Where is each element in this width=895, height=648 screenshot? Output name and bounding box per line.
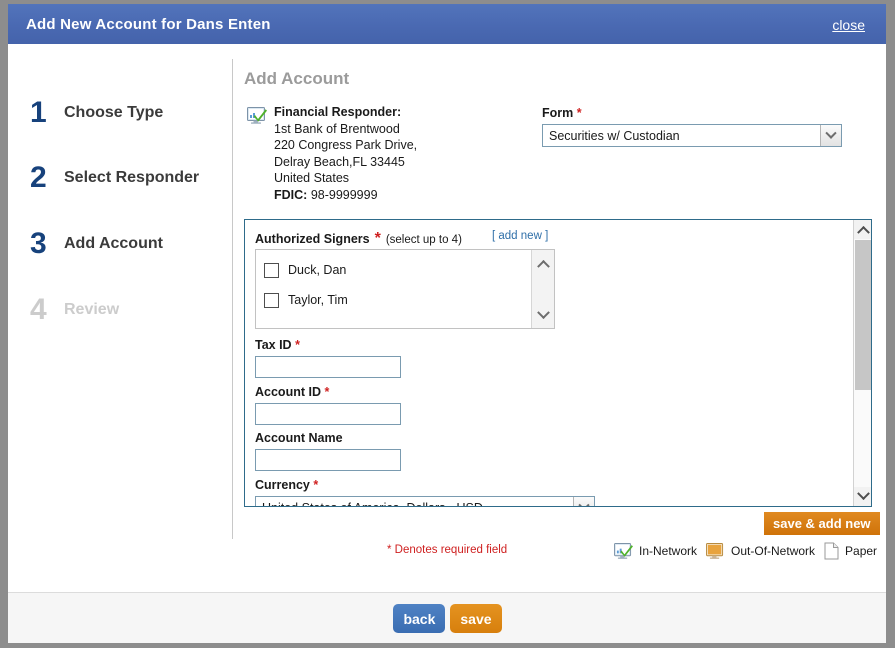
currency-label: Currency *	[255, 478, 595, 492]
signer-name: Taylor, Tim	[288, 293, 348, 307]
step-number: 3	[30, 229, 58, 259]
close-button[interactable]: close	[832, 17, 865, 33]
in-network-monitor-icon	[614, 543, 633, 560]
form-select-value: Securities w/ Custodian	[543, 129, 820, 143]
save-button[interactable]: save	[450, 604, 501, 633]
paper-document-icon	[824, 542, 839, 560]
responder-country: United States	[274, 170, 534, 187]
account-name-input[interactable]	[255, 449, 401, 471]
signers-hint: (select up to 4)	[386, 234, 462, 246]
form-select-group: Form * Securities w/ Custodian	[542, 106, 842, 147]
dialog-window: Add New Account for Dans Enten close 1 C…	[0, 0, 895, 648]
legend-item-out-of-network: Out-Of-Network	[706, 543, 815, 560]
chevron-down-icon[interactable]	[820, 125, 841, 146]
wizard-steps: 1 Choose Type 2 Select Responder 3 Add A…	[8, 44, 224, 539]
signer-name: Duck, Dan	[288, 263, 346, 277]
add-new-signer-link[interactable]: [ add new ]	[492, 230, 548, 242]
required-asterisk: *	[295, 338, 300, 352]
dialog-footer: back save	[8, 593, 887, 644]
page-title: Add Account	[244, 69, 349, 89]
tax-id-label: Tax ID *	[255, 338, 401, 352]
account-name-label: Account Name	[255, 431, 401, 445]
form-select-label: Form *	[542, 106, 842, 120]
wizard-step-review: 4 Review	[30, 293, 119, 327]
form-select[interactable]: Securities w/ Custodian	[542, 124, 842, 147]
step-label: Choose Type	[64, 104, 163, 122]
save-and-add-new-button[interactable]: save & add new	[764, 512, 880, 535]
step-label: Select Responder	[64, 169, 199, 187]
account-details-panel: Authorized Signers * (select up to 4) [ …	[244, 219, 872, 507]
footer-button-group: back save	[8, 604, 887, 633]
currency-label-text: Currency	[255, 478, 310, 492]
scroll-up-icon[interactable]	[854, 220, 872, 239]
in-network-monitor-icon	[247, 107, 267, 125]
dialog-body: 1 Choose Type 2 Select Responder 3 Add A…	[8, 44, 887, 592]
account-id-group: Account ID *	[255, 385, 401, 425]
tax-id-group: Tax ID *	[255, 338, 401, 378]
list-item[interactable]: Taylor, Tim	[256, 285, 554, 315]
signer-checkbox[interactable]	[264, 293, 279, 308]
financial-responder-block: Financial Responder: 1st Bank of Brentwo…	[244, 104, 534, 203]
scroll-down-icon[interactable]	[854, 487, 872, 506]
account-details-scroll-content: Authorized Signers * (select up to 4) [ …	[245, 220, 855, 506]
legend-label: Paper	[845, 544, 877, 558]
responder-city-state-zip: Delray Beach,FL 33445	[274, 154, 534, 171]
dialog-title: Add New Account for Dans Enten	[26, 16, 271, 33]
form-label-text: Form	[542, 106, 573, 120]
step-number: 2	[30, 163, 58, 193]
tax-id-input[interactable]	[255, 356, 401, 378]
signer-checkbox[interactable]	[264, 263, 279, 278]
out-of-network-monitor-icon	[706, 543, 725, 560]
scrollbar-thumb[interactable]	[855, 240, 872, 390]
step-number: 4	[30, 295, 58, 325]
account-id-label-text: Account ID	[255, 385, 321, 399]
responder-name: 1st Bank of Brentwood	[274, 121, 534, 138]
currency-select-value: United States of America, Dollars - USD	[256, 501, 573, 507]
chevron-down-icon[interactable]	[573, 497, 594, 506]
step-label: Add Account	[64, 235, 163, 253]
required-asterisk: *	[375, 230, 381, 248]
account-name-label-text: Account Name	[255, 431, 343, 445]
required-asterisk: *	[313, 478, 318, 492]
legend-label: In-Network	[639, 544, 697, 558]
currency-group: Currency * United States of America, Dol…	[255, 478, 595, 506]
signers-scrollbar[interactable]	[531, 250, 554, 328]
account-id-input[interactable]	[255, 403, 401, 425]
vertical-divider	[232, 59, 233, 539]
scroll-up-icon[interactable]	[532, 252, 555, 274]
wizard-step-choose-type[interactable]: 1 Choose Type	[30, 96, 163, 130]
step-label: Review	[64, 301, 119, 319]
responder-address: Financial Responder: 1st Bank of Brentwo…	[274, 104, 534, 203]
scroll-down-icon[interactable]	[532, 304, 555, 326]
list-item[interactable]: Duck, Dan	[256, 255, 554, 285]
legend-item-in-network: In-Network	[614, 543, 697, 560]
account-name-group: Account Name	[255, 431, 401, 471]
main-content: Add Account Financial Responder:	[244, 44, 874, 592]
currency-select[interactable]: United States of America, Dollars - USD	[255, 496, 595, 506]
dialog-inner: Add New Account for Dans Enten close 1 C…	[8, 4, 887, 644]
legend-item-paper: Paper	[824, 542, 877, 560]
signers-list: Duck, Dan Taylor, Tim	[255, 249, 555, 329]
signers-label: Authorized Signers	[255, 232, 370, 246]
wizard-step-select-responder[interactable]: 2 Select Responder	[30, 161, 199, 195]
account-id-label: Account ID *	[255, 385, 401, 399]
fdic-label: FDIC:	[274, 188, 307, 202]
step-number: 1	[30, 98, 58, 128]
tax-id-label-text: Tax ID	[255, 338, 292, 352]
fdic-value: 98-9999999	[311, 188, 378, 202]
responder-title: Financial Responder:	[274, 104, 534, 121]
panel-scrollbar[interactable]	[853, 220, 871, 506]
required-asterisk: *	[577, 106, 582, 120]
wizard-step-add-account[interactable]: 3 Add Account	[30, 227, 163, 261]
dialog-title-bar: Add New Account for Dans Enten close	[8, 4, 887, 44]
required-field-note: * Denotes required field	[387, 544, 507, 556]
legend-label: Out-Of-Network	[731, 544, 815, 558]
required-asterisk: *	[324, 385, 329, 399]
responder-street: 220 Congress Park Drive,	[274, 137, 534, 154]
network-legend: In-Network Out-Of-Network	[614, 542, 877, 560]
back-button[interactable]: back	[393, 604, 445, 633]
responder-fdic: FDIC: 98-9999999	[274, 187, 534, 204]
